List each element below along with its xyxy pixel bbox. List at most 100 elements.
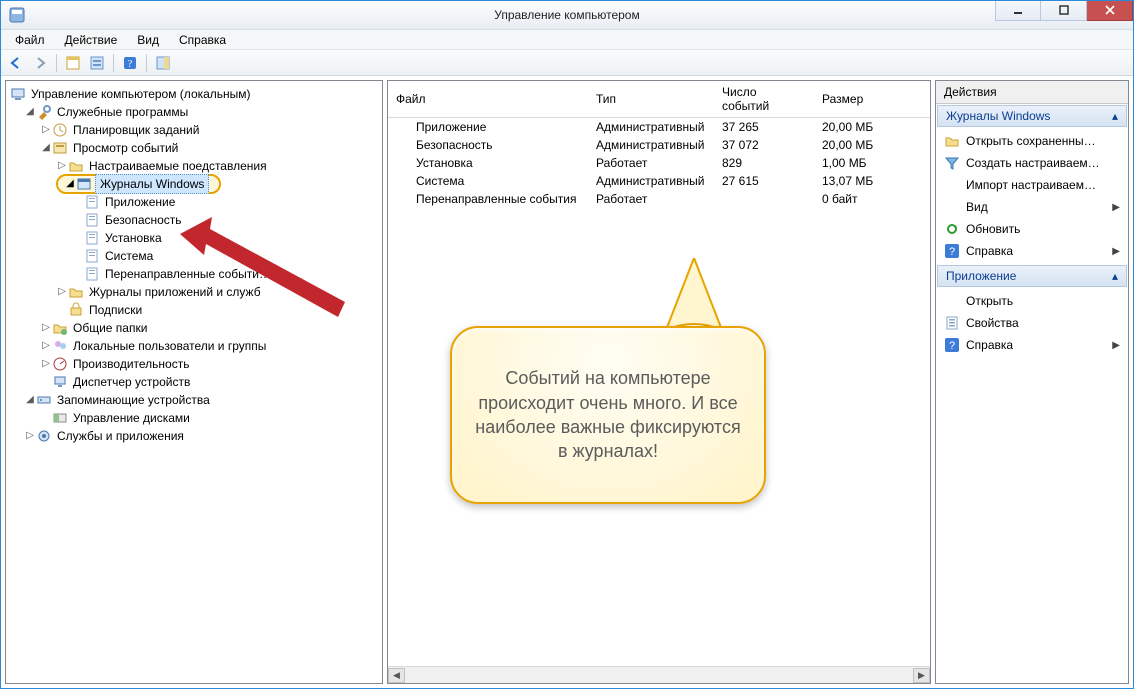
device-manager-icon xyxy=(52,374,68,390)
tree-custom-views[interactable]: ▷ Настраиваемые поедставления xyxy=(8,157,380,175)
event-viewer-icon xyxy=(52,140,68,156)
expand-icon[interactable]: ▷ xyxy=(24,427,36,445)
maximize-button[interactable] xyxy=(1041,1,1087,21)
window-title: Управление компьютером xyxy=(1,8,1133,22)
actions-item[interactable]: Открыть xyxy=(936,290,1128,312)
actions-pane: Действия Журналы Windows ▴ Открыть сохра… xyxy=(935,80,1129,684)
collapse-icon[interactable]: ◢ xyxy=(64,175,76,193)
nav-back-button[interactable] xyxy=(5,52,27,74)
actions-item[interactable]: ?Справка▶ xyxy=(936,240,1128,262)
collapse-icon[interactable]: ◢ xyxy=(24,103,36,121)
collapse-icon[interactable]: ◢ xyxy=(24,391,36,409)
actions-item[interactable]: Открыть сохраненны… xyxy=(936,130,1128,152)
expand-icon[interactable]: ▷ xyxy=(56,157,68,175)
tree-root[interactable]: Управление компьютером (локальным) xyxy=(8,85,380,103)
actions-section-application[interactable]: Приложение ▴ xyxy=(937,265,1127,287)
tree-shared-folders[interactable]: ▷ Общие папки xyxy=(8,319,380,337)
tree[interactable]: Управление компьютером (локальным) ◢ Слу… xyxy=(6,81,382,449)
scroll-right-button[interactable]: ▶ xyxy=(913,668,930,683)
actions-item[interactable]: Свойства xyxy=(936,312,1128,334)
menu-view[interactable]: Вид xyxy=(129,31,167,49)
tree-log-setup[interactable]: Установка xyxy=(8,229,380,247)
col-count[interactable]: Число событий xyxy=(714,81,814,118)
table-row[interactable]: Перенаправленные событияРаботает0 байт xyxy=(388,190,930,208)
menu-file[interactable]: Файл xyxy=(7,31,53,49)
tree-log-security[interactable]: Безопасность xyxy=(8,211,380,229)
action-pane-toggle-button[interactable] xyxy=(152,52,174,74)
table-row[interactable]: СистемаАдминистративный27 61513,07 МБ xyxy=(388,172,930,190)
tree-label: Подписки xyxy=(87,301,144,319)
tree-label: Диспетчер устройств xyxy=(71,373,192,391)
tree-performance[interactable]: ▷ Производительность xyxy=(8,355,380,373)
shared-folders-icon xyxy=(52,320,68,336)
expand-icon[interactable]: ▷ xyxy=(40,319,52,337)
help-icon: ? xyxy=(944,337,960,353)
window-controls xyxy=(995,1,1133,21)
tree-label: Безопасность xyxy=(103,211,184,229)
tree-label: Журналы Windows xyxy=(95,174,209,194)
clock-icon xyxy=(52,122,68,138)
tree-device-manager[interactable]: Диспетчер устройств xyxy=(8,373,380,391)
menu-action[interactable]: Действие xyxy=(57,31,126,49)
tree-event-viewer[interactable]: ◢ Просмотр событий xyxy=(8,139,380,157)
actions-item-label: Справка xyxy=(966,244,1013,258)
properties-button[interactable] xyxy=(86,52,108,74)
tree-storage[interactable]: ◢ Запоминающие устройства xyxy=(8,391,380,409)
tree-subscriptions[interactable]: Подписки xyxy=(8,301,380,319)
actions-item[interactable]: Обновить xyxy=(936,218,1128,240)
tree-pane: Управление компьютером (локальным) ◢ Слу… xyxy=(5,80,383,684)
col-size[interactable]: Размер xyxy=(814,81,930,118)
tree-label: Общие папки xyxy=(71,319,149,337)
scroll-left-button[interactable]: ◀ xyxy=(388,668,405,683)
table-cell xyxy=(714,190,814,208)
detail-pane: Файл Тип Число событий Размер Приложение… xyxy=(387,80,931,684)
blank-icon xyxy=(944,177,960,193)
tree-label: Запоминающие устройства xyxy=(55,391,212,409)
app-icon xyxy=(9,7,25,23)
close-button[interactable] xyxy=(1087,1,1133,21)
col-file[interactable]: Файл xyxy=(388,81,588,118)
tree-label: Планировщик заданий xyxy=(71,121,201,139)
refresh-icon xyxy=(944,221,960,237)
table-row[interactable]: БезопасностьАдминистративный37 07220,00 … xyxy=(388,136,930,154)
tree-label: Журналы приложений и служб xyxy=(87,283,263,301)
chevron-right-icon: ▶ xyxy=(1112,202,1120,213)
collapse-icon[interactable]: ◢ xyxy=(40,139,52,157)
tree-log-application[interactable]: Приложение xyxy=(8,193,380,211)
actions-item[interactable]: Вид▶ xyxy=(936,196,1128,218)
performance-icon xyxy=(52,356,68,372)
table-row[interactable]: ПриложениеАдминистративный37 26520,00 МБ xyxy=(388,118,930,137)
tree-log-forwarded[interactable]: Перенаправленные событи… xyxy=(8,265,380,283)
col-type[interactable]: Тип xyxy=(588,81,714,118)
actions-section-windows-logs[interactable]: Журналы Windows ▴ xyxy=(937,105,1127,127)
tree-task-scheduler[interactable]: ▷ Планировщик заданий xyxy=(8,121,380,139)
expand-icon[interactable]: ▷ xyxy=(40,337,52,355)
tree-system-tools[interactable]: ◢ Служебные программы xyxy=(8,103,380,121)
tree-label: Локальные пользователи и группы xyxy=(71,337,268,355)
expand-icon[interactable]: ▷ xyxy=(40,355,52,373)
expand-icon[interactable]: ▷ xyxy=(56,283,68,301)
log-table[interactable]: Файл Тип Число событий Размер Приложение… xyxy=(388,81,930,208)
log-icon xyxy=(84,230,100,246)
tree-app-services-logs[interactable]: ▷ Журналы приложений и служб xyxy=(8,283,380,301)
table-cell: 0 байт xyxy=(814,190,930,208)
tree-label: Служебные программы xyxy=(55,103,190,121)
actions-item[interactable]: ?Справка▶ xyxy=(936,334,1128,356)
menu-help[interactable]: Справка xyxy=(171,31,234,49)
expand-icon[interactable]: ▷ xyxy=(40,121,52,139)
show-hide-tree-button[interactable] xyxy=(62,52,84,74)
horizontal-scrollbar[interactable]: ◀ ▶ xyxy=(388,666,930,683)
minimize-button[interactable] xyxy=(995,1,1041,21)
tree-services-apps[interactable]: ▷ Службы и приложения xyxy=(8,427,380,445)
folder-icon xyxy=(68,158,84,174)
tree-disk-management[interactable]: Управление дисками xyxy=(8,409,380,427)
actions-item[interactable]: Импорт настраиваем… xyxy=(936,174,1128,196)
chevron-right-icon: ▶ xyxy=(1112,246,1120,257)
table-row[interactable]: УстановкаРаботает8291,00 МБ xyxy=(388,154,930,172)
tree-local-users[interactable]: ▷ Локальные пользователи и группы xyxy=(8,337,380,355)
tree-windows-logs[interactable]: ◢ Журналы Windows xyxy=(8,175,380,193)
nav-forward-button[interactable] xyxy=(29,52,51,74)
help-button[interactable]: ? xyxy=(119,52,141,74)
tree-log-system[interactable]: Система xyxy=(8,247,380,265)
actions-item[interactable]: Создать настраиваем… xyxy=(936,152,1128,174)
